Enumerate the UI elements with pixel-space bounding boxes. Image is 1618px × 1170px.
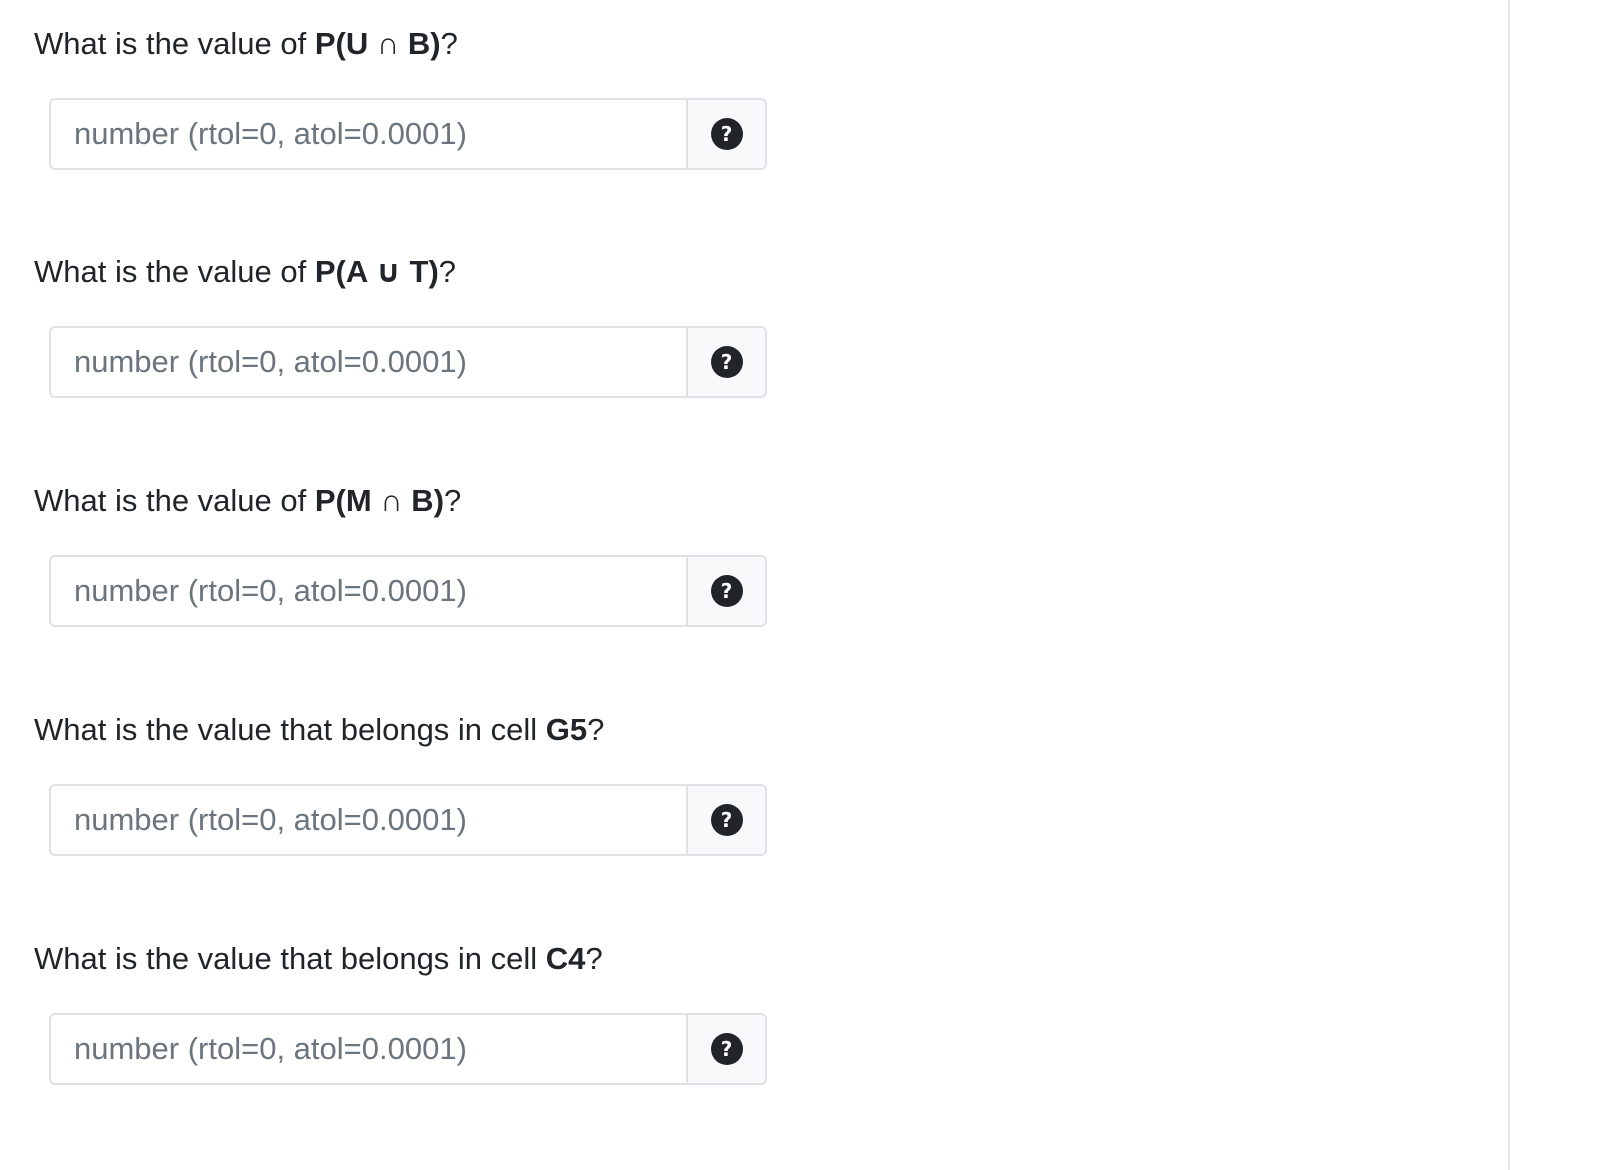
prompt-expression: P(U ∩ B) [314,26,441,61]
help-button[interactable]: ? [686,100,765,168]
answer-input[interactable] [51,786,686,854]
answer-input-group: ? [49,1013,767,1085]
question-prompt: What is the value of P(M ∩ B)? [34,481,1434,521]
answer-input-group: ? [49,326,767,398]
prompt-suffix: ? [440,26,458,61]
prompt-suffix: ? [444,483,462,518]
question-3: What is the value of P(M ∩ B)? ? [34,481,1434,627]
answer-input-group: ? [49,98,767,170]
prompt-expression: P(M ∩ B) [314,483,445,518]
question-prompt: What is the value of P(A ∪ T)? [34,252,1434,292]
question-circle-icon: ? [710,346,743,378]
question-5: What is the value that belongs in cell C… [34,939,1434,1085]
prompt-text: What is the value of [34,254,315,289]
question-circle-icon: ? [710,575,743,607]
question-prompt: What is the value that belongs in cell C… [34,939,1434,979]
prompt-text: What is the value that belongs in cell [34,941,546,976]
help-button[interactable]: ? [686,328,765,396]
answer-input-group: ? [49,555,767,627]
prompt-text: What is the value of [34,483,315,518]
prompt-expression: G5 [545,712,588,747]
question-2: What is the value of P(A ∪ T)? ? [34,252,1434,398]
answer-input[interactable] [51,557,686,625]
question-circle-icon: ? [710,1033,743,1065]
answer-input[interactable] [51,328,686,396]
question-circle-icon: ? [710,804,743,836]
question-4: What is the value that belongs in cell G… [34,710,1434,856]
prompt-expression: C4 [545,941,586,976]
help-button[interactable]: ? [686,557,765,625]
prompt-text: What is the value that belongs in cell [34,712,546,747]
question-circle-icon: ? [710,118,743,150]
page: What is the value of P(U ∩ B)? ? What is… [0,0,1618,1170]
question-panel: What is the value of P(U ∩ B)? ? What is… [0,0,1508,1170]
answer-input-group: ? [49,784,767,856]
answer-input[interactable] [51,1015,686,1083]
prompt-suffix: ? [587,712,605,747]
question-prompt: What is the value of P(U ∩ B)? [34,24,1434,64]
question-1: What is the value of P(U ∩ B)? ? [34,24,1434,170]
prompt-suffix: ? [438,254,457,289]
question-prompt: What is the value that belongs in cell G… [34,710,1434,750]
prompt-suffix: ? [585,941,603,976]
help-button[interactable]: ? [686,1015,765,1083]
prompt-text: What is the value of [34,26,315,61]
panel-divider [1508,0,1510,1170]
answer-input[interactable] [51,100,686,168]
prompt-expression: P(A ∪ T) [314,254,439,289]
help-button[interactable]: ? [686,786,765,854]
